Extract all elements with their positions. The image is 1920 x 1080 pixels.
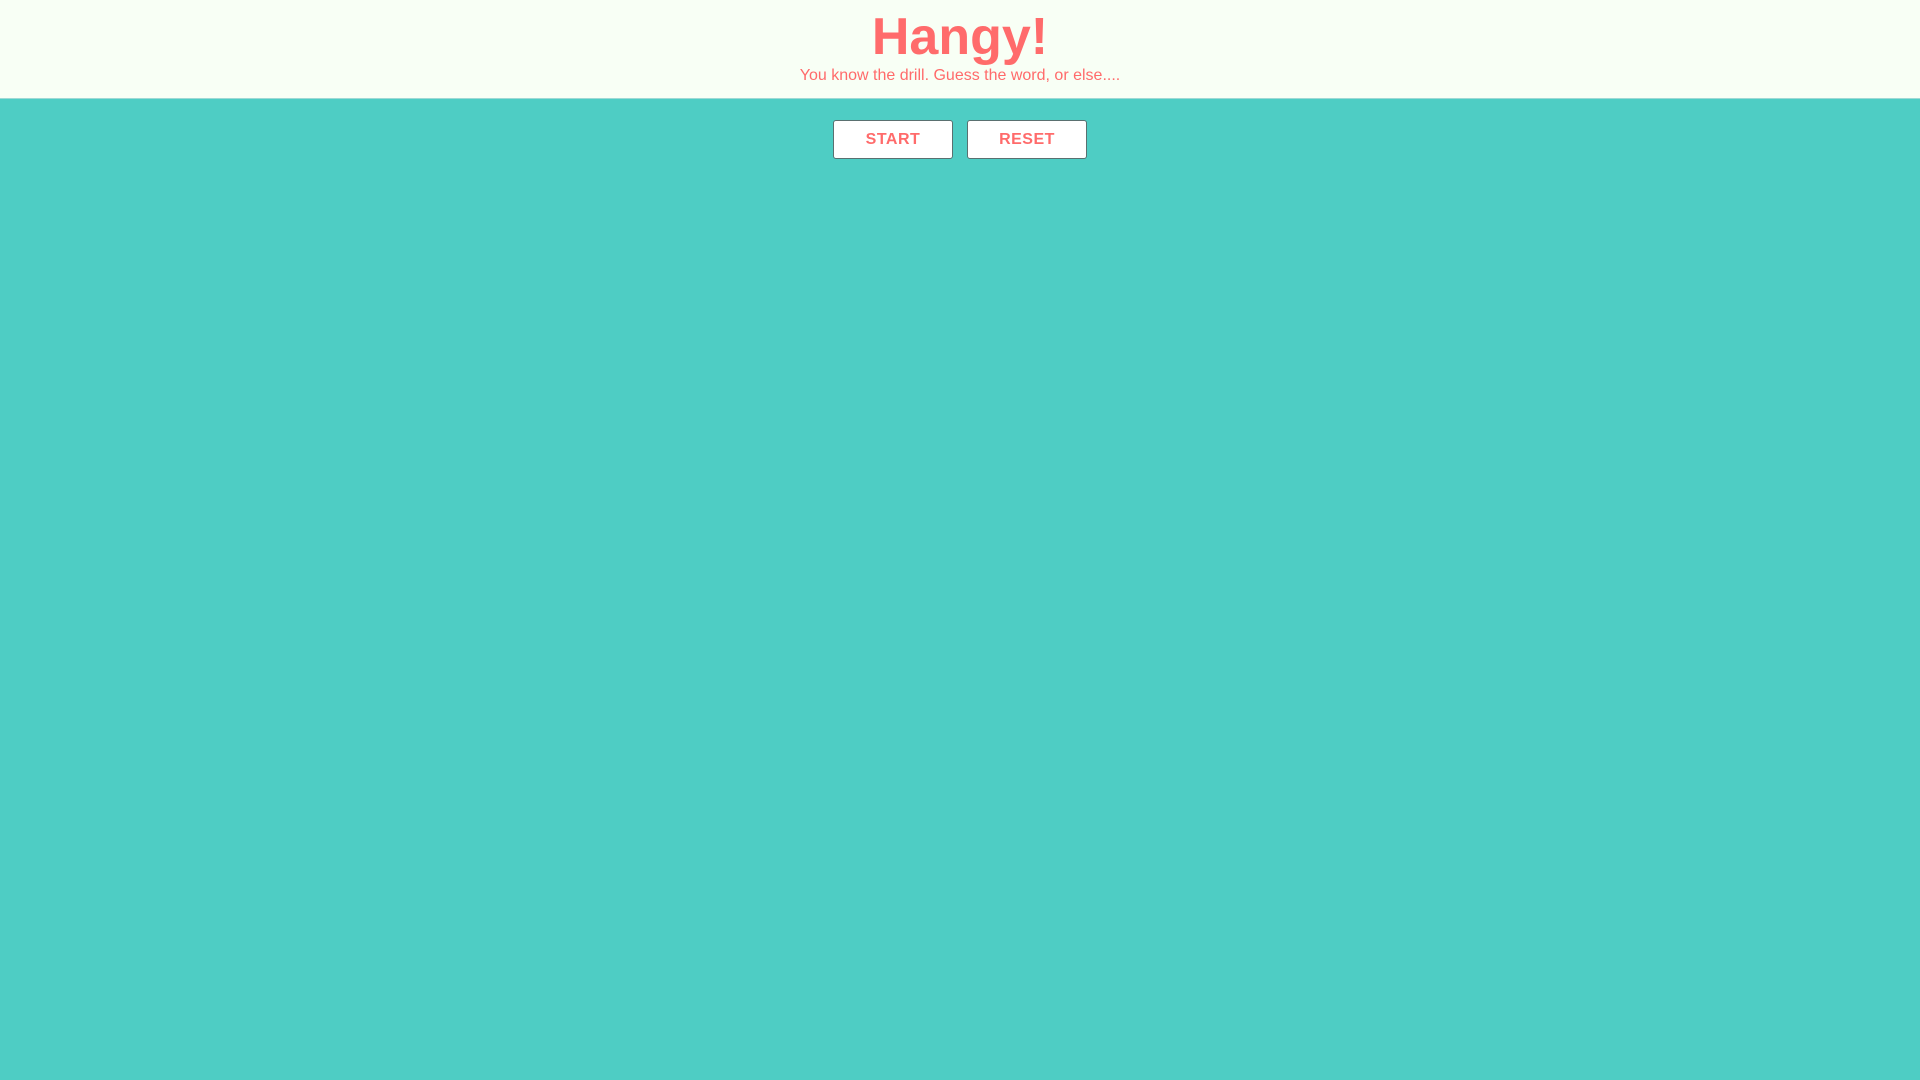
game-area	[0, 170, 1920, 1080]
page-subtitle: You know the drill. Guess the word, or e…	[799, 67, 1121, 84]
start-button[interactable]: START	[833, 120, 953, 159]
header: Hangy! You know the drill. Guess the wor…	[0, 0, 1920, 99]
reset-button[interactable]: RESET	[967, 120, 1087, 159]
game-controls: START RESET	[0, 120, 1920, 160]
page-title: Hangy!	[871, 8, 1049, 66]
